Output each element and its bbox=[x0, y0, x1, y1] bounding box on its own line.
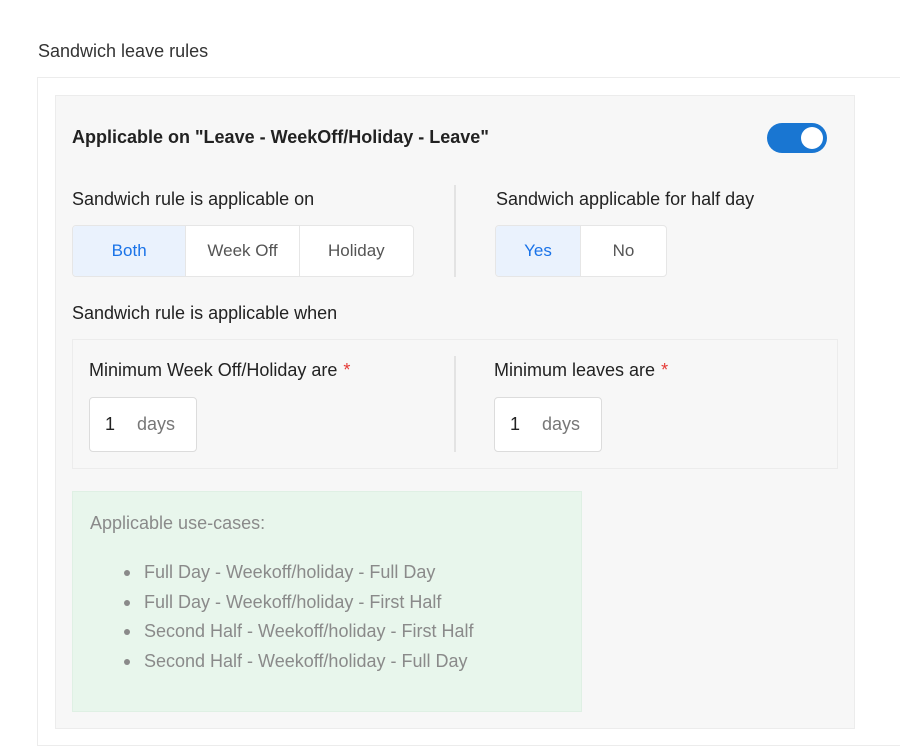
min-weekoff-unit: days bbox=[137, 414, 176, 434]
list-item: Full Day - Weekoff/holiday - First Half bbox=[123, 591, 473, 621]
option-holiday[interactable]: Holiday bbox=[300, 226, 413, 276]
usecases-title: Applicable use-cases: bbox=[90, 513, 266, 533]
min-leaves-unit: days bbox=[542, 414, 581, 434]
list-item: Second Half - Weekoff/holiday - Full Day bbox=[123, 650, 473, 680]
conditions-divider bbox=[454, 356, 456, 452]
list-item: Second Half - Weekoff/holiday - First Ha… bbox=[123, 620, 473, 650]
required-mark: * bbox=[343, 360, 351, 380]
toggle-knob bbox=[801, 127, 823, 149]
min-weekoff-input[interactable]: 1 days bbox=[89, 397, 197, 452]
rule-enabled-toggle[interactable] bbox=[767, 123, 827, 153]
half-day-label: Sandwich applicable for half day bbox=[496, 189, 755, 209]
usecases-list: Full Day - Weekoff/holiday - Full Day Fu… bbox=[123, 561, 473, 680]
min-weekoff-label: Minimum Week Off/Holiday are * bbox=[89, 360, 350, 381]
rule-title: Applicable on "Leave - WeekOff/Holiday -… bbox=[72, 127, 489, 147]
usecases-box: Applicable use-cases: Full Day - Weekoff… bbox=[72, 491, 582, 712]
applicable-on-label: Sandwich rule is applicable on bbox=[72, 189, 315, 209]
min-leaves-label: Minimum leaves are * bbox=[494, 360, 668, 381]
option-yes[interactable]: Yes bbox=[496, 226, 581, 276]
applicable-on-segmented: Both Week Off Holiday bbox=[72, 225, 414, 277]
required-mark: * bbox=[661, 360, 669, 380]
page-heading: Sandwich leave rules bbox=[38, 41, 209, 61]
option-no[interactable]: No bbox=[581, 226, 666, 276]
min-leaves-input[interactable]: 1 days bbox=[494, 397, 602, 452]
option-both[interactable]: Both bbox=[73, 226, 187, 276]
min-weekoff-value[interactable]: 1 bbox=[105, 414, 127, 435]
option-week-off[interactable]: Week Off bbox=[186, 226, 300, 276]
half-day-segmented: Yes No bbox=[495, 225, 667, 277]
min-weekoff-label-text: Minimum Week Off/Holiday are bbox=[89, 360, 338, 380]
applicable-when-label: Sandwich rule is applicable when bbox=[72, 303, 338, 323]
list-item: Full Day - Weekoff/holiday - Full Day bbox=[123, 561, 473, 591]
column-divider bbox=[454, 185, 456, 277]
min-leaves-value[interactable]: 1 bbox=[510, 414, 532, 435]
min-leaves-label-text: Minimum leaves are bbox=[494, 360, 656, 380]
